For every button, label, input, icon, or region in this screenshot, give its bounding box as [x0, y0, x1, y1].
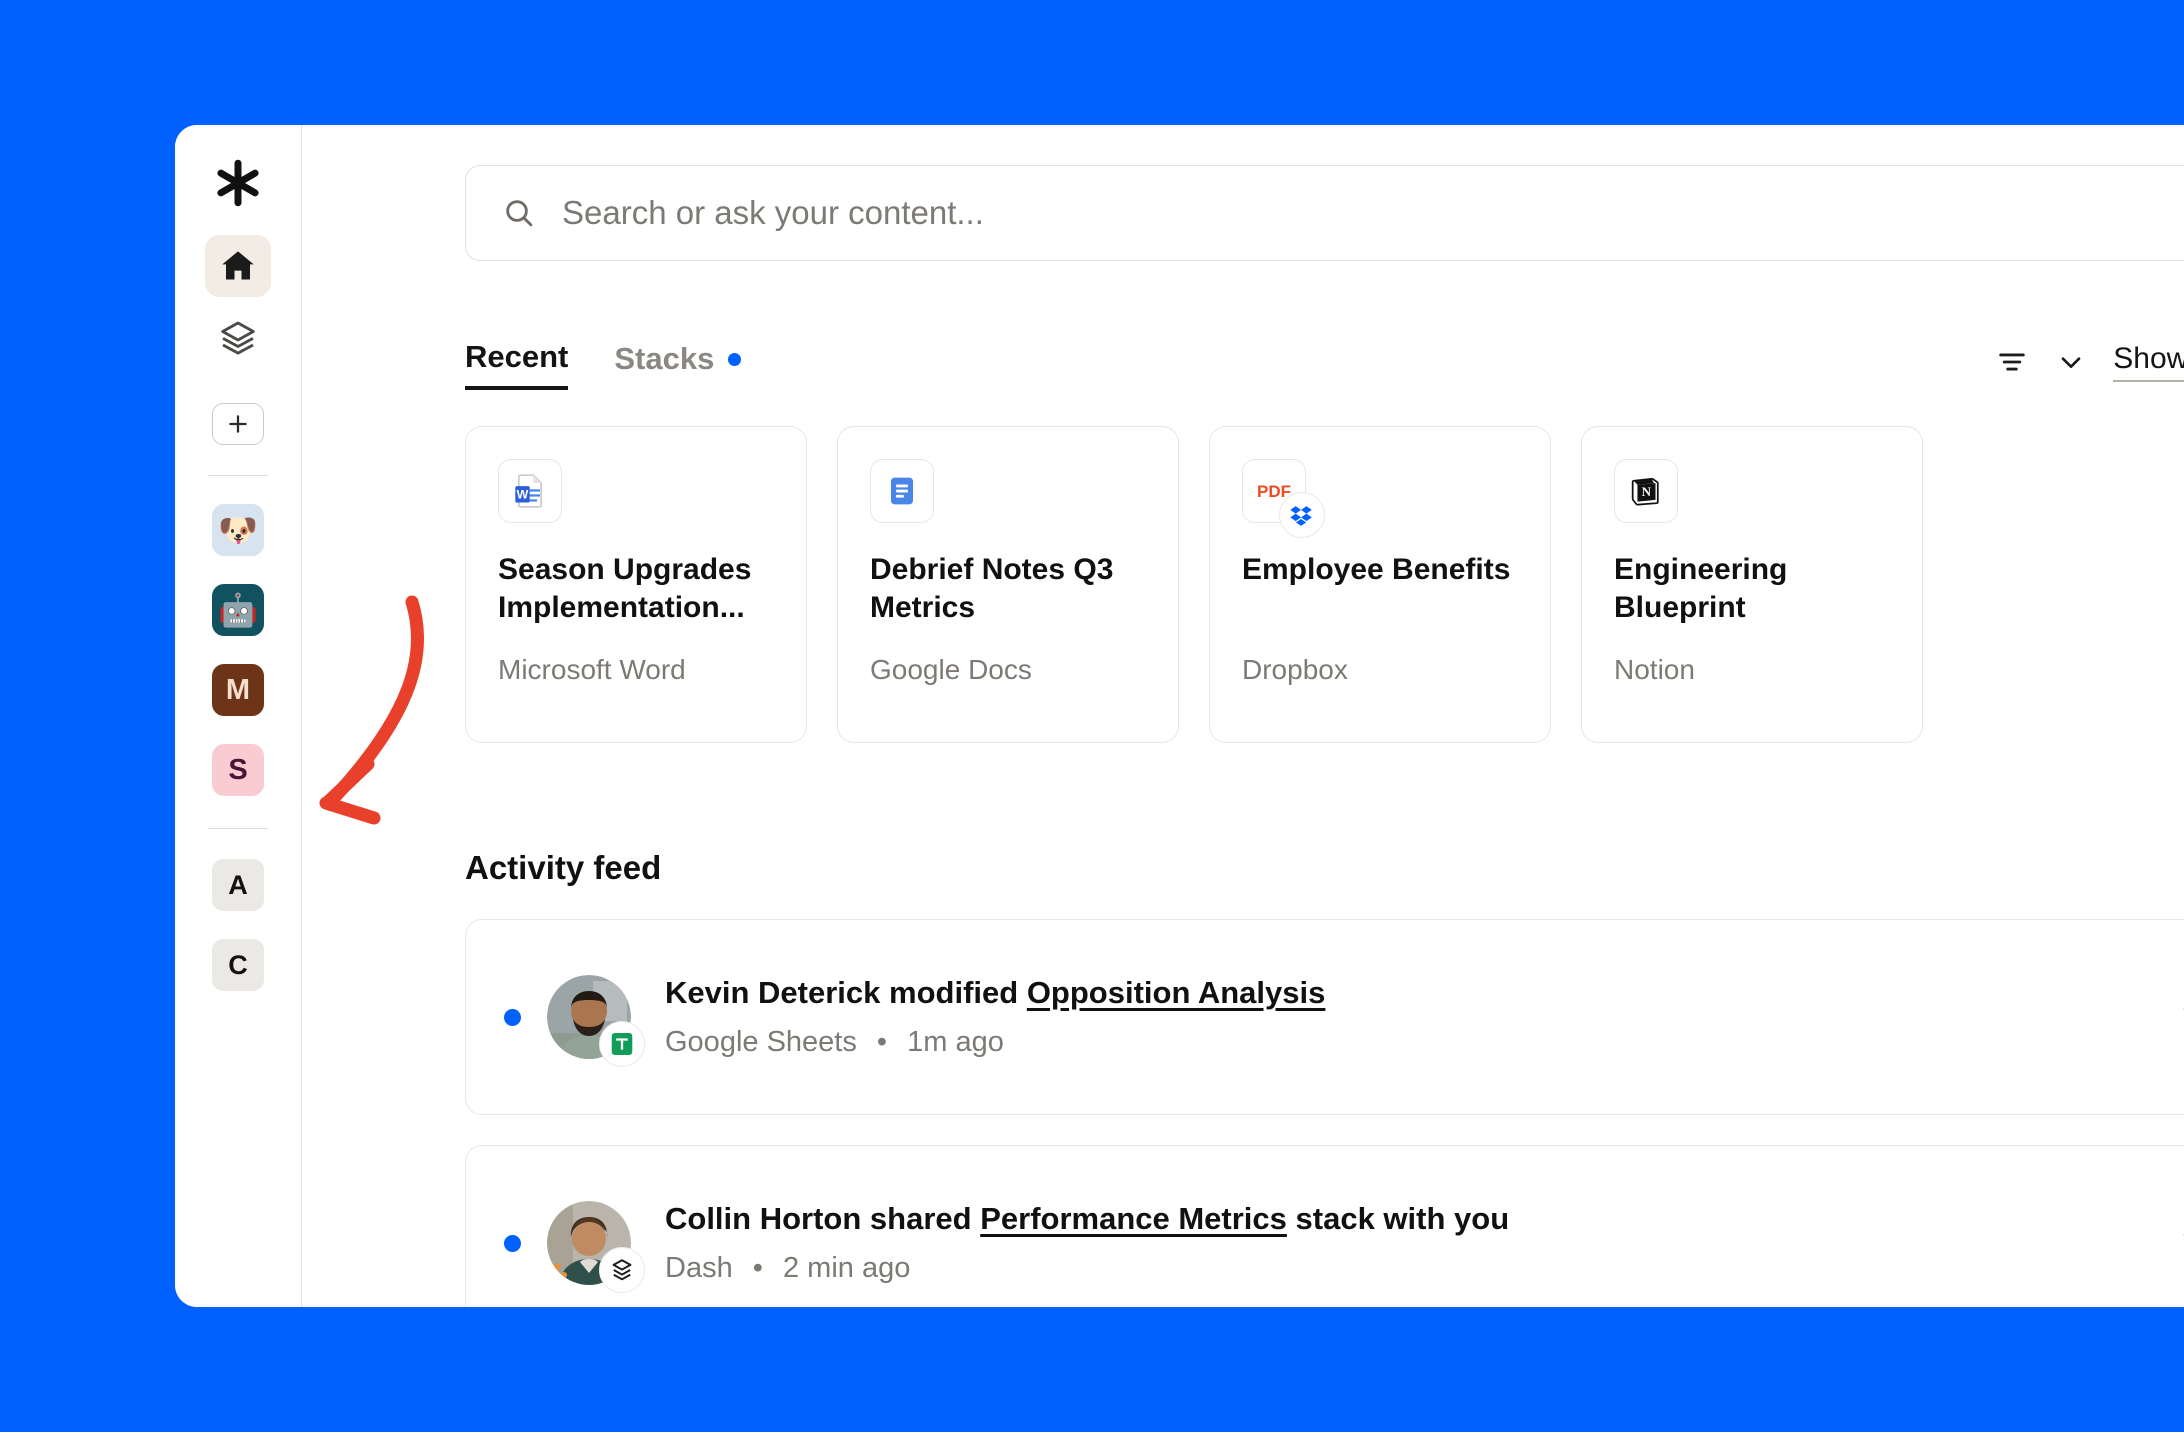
sidebar: 🐶 🤖 M S A C [175, 125, 302, 1307]
meta-separator: • [753, 1252, 763, 1284]
activity-feed-list: Kevin Deterick modified Opposition Analy… [465, 919, 2184, 1307]
activity-feed-row[interactable]: Kevin Deterick modified Opposition Analy… [465, 919, 2184, 1115]
screenshot-canvas: 🐶 🤖 M S A C [0, 0, 2184, 1432]
sidebar-divider-top [208, 475, 268, 476]
recent-card-title: Employee Benefits [1242, 551, 1518, 589]
activity-source: Dash [665, 1252, 733, 1284]
activity-verb: modified [889, 975, 1018, 1010]
search-bar[interactable]: Search or ask your content... [465, 165, 2184, 261]
google-docs-icon [870, 459, 934, 523]
stacks-icon [218, 318, 258, 358]
activity-feed-headline: Collin Horton shared Performance Metrics… [665, 1201, 1509, 1237]
unread-dot [504, 1009, 521, 1026]
user-a-glyph: A [228, 870, 248, 901]
stacks-badge-icon [599, 1247, 645, 1293]
app-m-glyph: M [226, 676, 250, 705]
recent-card[interactable]: N Engineering Blueprint Notion [1581, 426, 1923, 743]
sidebar-divider-bottom [208, 828, 268, 829]
unread-dot [504, 1235, 521, 1252]
activity-feed-text: Kevin Deterick modified Opposition Analy… [665, 975, 1325, 1059]
recent-card[interactable]: Debrief Notes Q3 Metrics Google Docs [837, 426, 1179, 743]
tabs-row: Recent Stacks [465, 339, 2184, 390]
recent-card-title: Season Upgrades Implementation... [498, 551, 774, 628]
tab-stacks-label: Stacks [614, 341, 714, 377]
activity-feed-meta: Google Sheets • 1m ago [665, 1026, 1325, 1059]
tabs-actions: Show more [1995, 342, 2184, 388]
sparkle-ai-icon[interactable] [2178, 1221, 2184, 1266]
sidebar-app-s[interactable]: S [212, 744, 264, 796]
filter-icon[interactable] [1995, 345, 2029, 379]
recent-card[interactable]: W Season Upgrades Implementation... Micr… [465, 426, 807, 743]
search-input[interactable]: Search or ask your content... [562, 194, 984, 232]
activity-target-link[interactable]: Opposition Analysis [1027, 975, 1326, 1010]
asterisk-logo[interactable] [208, 153, 268, 213]
recent-card-title: Engineering Blueprint [1614, 551, 1890, 628]
robot-avatar-glyph: 🤖 [218, 594, 258, 626]
notion-icon: N [1614, 459, 1678, 523]
show-more-link[interactable]: Show more [2113, 342, 2184, 382]
plus-icon [225, 411, 251, 437]
main-content: Search or ask your content... Recent Sta… [302, 125, 2184, 1307]
activity-feed-meta: Dash • 2 min ago [665, 1252, 1509, 1285]
activity-source: Google Sheets [665, 1026, 857, 1058]
avatar [547, 1201, 631, 1285]
svg-text:N: N [1642, 484, 1652, 499]
sidebar-user-c[interactable]: C [212, 939, 264, 991]
sparkle-ai-icon[interactable] [2178, 995, 2184, 1040]
activity-feed-row[interactable]: Collin Horton shared Performance Metrics… [465, 1145, 2184, 1307]
activity-feed-title: Activity feed [465, 849, 661, 887]
sidebar-item-stacks[interactable] [205, 307, 271, 369]
search-icon [502, 196, 536, 230]
activity-time: 2 min ago [783, 1252, 910, 1284]
pdf-icon: PDF [1242, 459, 1306, 523]
sidebar-user-a[interactable]: A [212, 859, 264, 911]
microsoft-word-icon: W [498, 459, 562, 523]
activity-verb: shared [870, 1201, 972, 1236]
recent-card[interactable]: PDF [1209, 426, 1551, 743]
tab-recent[interactable]: Recent [465, 339, 568, 390]
recent-card-source: Microsoft Word [498, 654, 686, 686]
chevron-down-icon[interactable] [2055, 346, 2087, 378]
activity-feed-header: Activity feed [465, 849, 2184, 887]
activity-actor: Collin Horton [665, 1201, 861, 1236]
meta-separator: • [877, 1026, 887, 1058]
recent-card-source: Notion [1614, 654, 1695, 686]
activity-suffix: stack with you [1296, 1201, 1510, 1236]
add-button[interactable] [212, 403, 264, 445]
avatar [547, 975, 631, 1059]
recent-card-source: Dropbox [1242, 654, 1348, 686]
google-sheets-badge-icon [599, 1021, 645, 1067]
activity-target-link[interactable]: Performance Metrics [980, 1201, 1287, 1236]
home-icon [218, 246, 258, 286]
recent-card-title: Debrief Notes Q3 Metrics [870, 551, 1146, 628]
activity-feed-text: Collin Horton shared Performance Metrics… [665, 1201, 1509, 1285]
tab-recent-label: Recent [465, 339, 568, 375]
tab-stacks[interactable]: Stacks [614, 341, 741, 388]
activity-actor: Kevin Deterick [665, 975, 880, 1010]
app-s-glyph: S [228, 756, 247, 785]
sidebar-item-home[interactable] [205, 235, 271, 297]
user-c-glyph: C [228, 950, 248, 981]
dog-avatar-glyph: 🐶 [218, 514, 258, 546]
activity-time: 1m ago [907, 1026, 1004, 1058]
recent-cards: W Season Upgrades Implementation... Micr… [465, 426, 2184, 743]
dropbox-badge-icon [1279, 492, 1325, 538]
tab-stacks-notification-dot [728, 353, 741, 366]
svg-text:W: W [517, 488, 529, 502]
recent-card-source: Google Docs [870, 654, 1032, 686]
sidebar-app-dog-avatar[interactable]: 🐶 [212, 504, 264, 556]
sidebar-app-m[interactable]: M [212, 664, 264, 716]
sidebar-app-robot-avatar[interactable]: 🤖 [212, 584, 264, 636]
activity-feed-headline: Kevin Deterick modified Opposition Analy… [665, 975, 1325, 1011]
app-window: 🐶 🤖 M S A C [175, 125, 2184, 1307]
